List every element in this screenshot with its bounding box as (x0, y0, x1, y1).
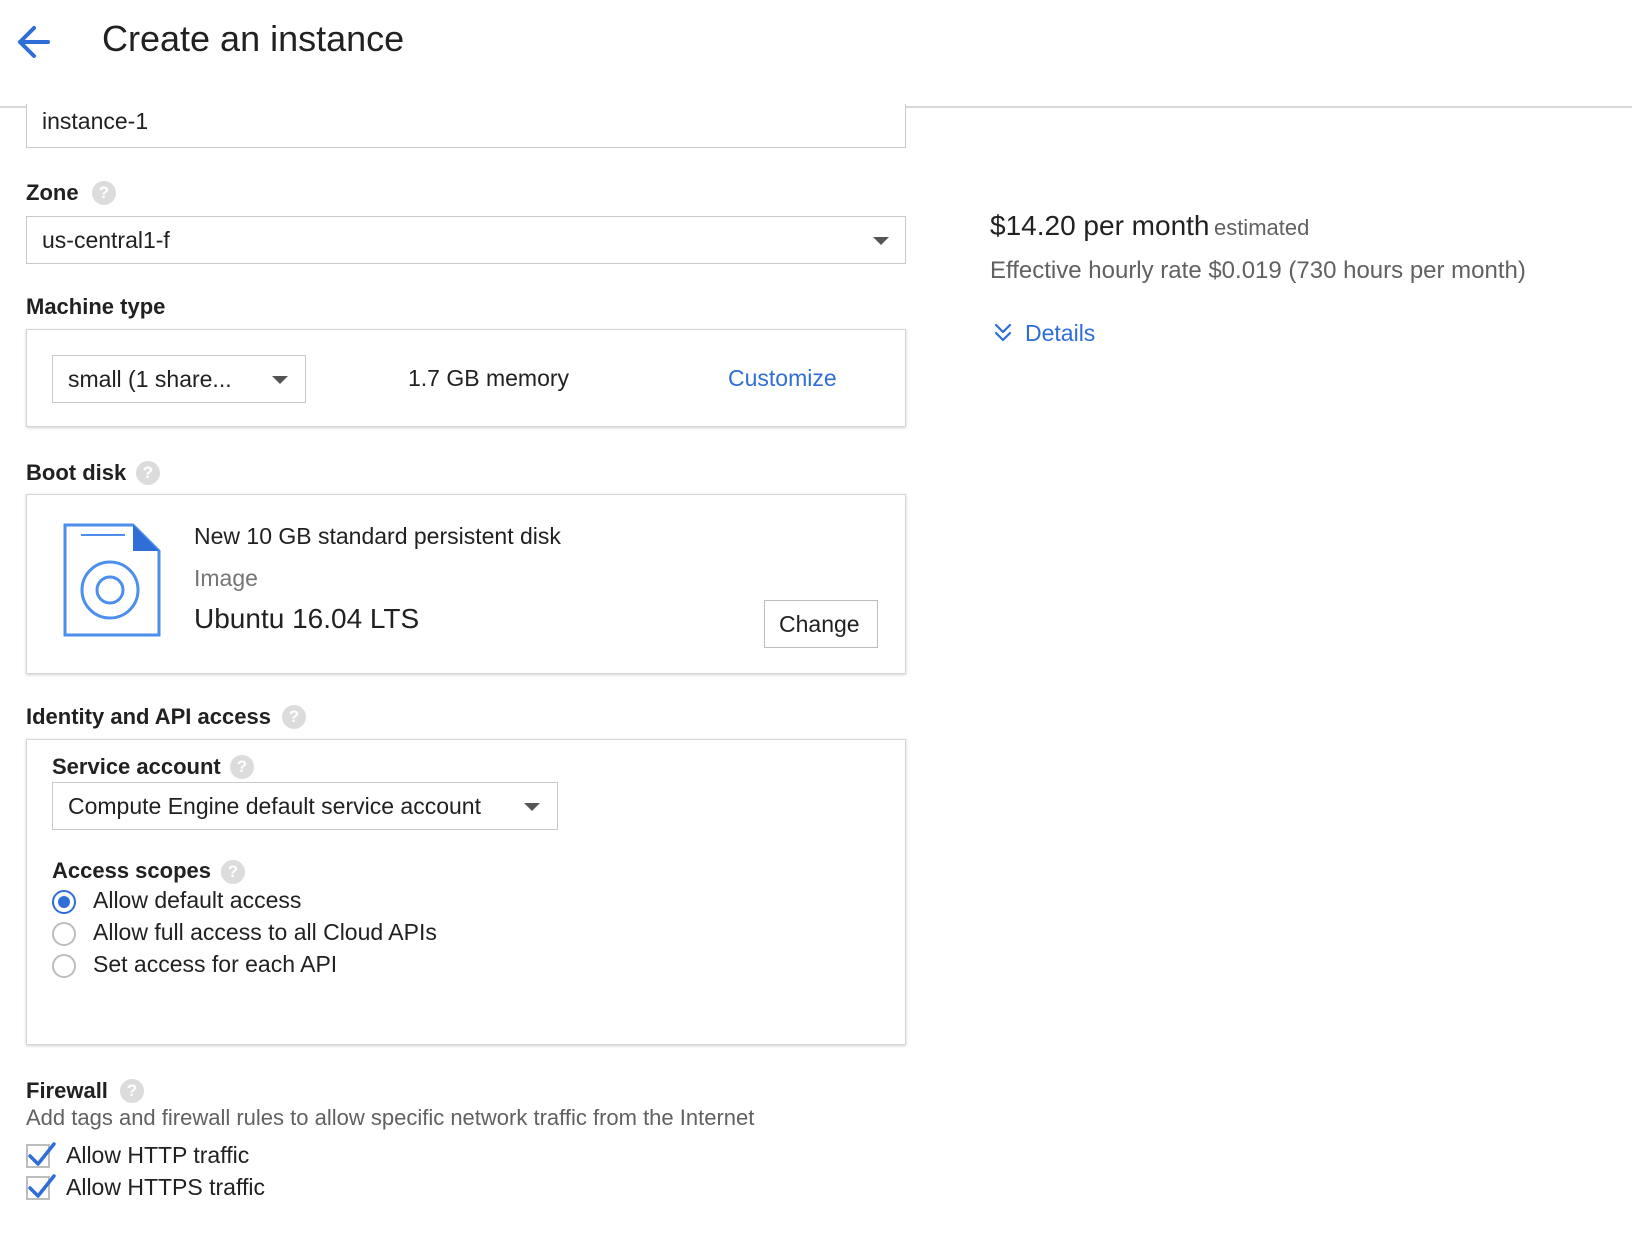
identity-help-icon[interactable]: ? (282, 705, 306, 729)
price-estimated-note: estimated (1213, 215, 1310, 240)
checkbox-label-allow-https[interactable]: Allow HTTPS traffic (66, 1174, 265, 1201)
boot-disk-help-icon[interactable]: ? (136, 461, 160, 485)
checkbox-label-allow-http[interactable]: Allow HTTP traffic (66, 1142, 249, 1169)
disk-file-icon (63, 523, 161, 637)
service-account-label: Service account (52, 754, 221, 779)
boot-disk-title: New 10 GB standard persistent disk (194, 523, 561, 549)
radio-set-access-each-api[interactable] (52, 954, 76, 978)
zone-select[interactable]: us-central1-f (26, 216, 906, 264)
radio-label-allow-full-access[interactable]: Allow full access to all Cloud APIs (93, 919, 437, 946)
zone-help-icon[interactable]: ? (92, 181, 116, 205)
firewall-label: Firewall (26, 1078, 108, 1103)
checkbox-allow-https[interactable] (26, 1174, 56, 1200)
monthly-price: $14.20 per month (990, 210, 1210, 241)
access-scopes-label: Access scopes (52, 858, 211, 883)
zone-selected-value: us-central1-f (42, 227, 170, 253)
price-summary: $14.20 per month estimated (990, 210, 1309, 242)
service-account-select[interactable]: Compute Engine default service account (52, 782, 558, 830)
identity-card: Service account ? Compute Engine default… (26, 739, 906, 1045)
machine-type-card: small (1 share... 1.7 GB memory Customiz… (26, 329, 906, 427)
radio-allow-full-access[interactable] (52, 922, 76, 946)
machine-memory-text: 1.7 GB memory (408, 365, 570, 391)
chevron-down-icon (524, 803, 540, 811)
service-account-help-icon[interactable]: ? (230, 755, 254, 779)
access-scopes-help-icon[interactable]: ? (221, 860, 245, 884)
instance-name-value: instance-1 (42, 108, 149, 134)
details-toggle[interactable]: Details (990, 318, 1110, 350)
change-button-label: Change (779, 611, 860, 637)
radio-label-set-access-each-api[interactable]: Set access for each API (93, 951, 337, 978)
boot-disk-image-label: Image (194, 565, 258, 591)
details-link[interactable]: Details (1025, 320, 1095, 347)
boot-disk-image-value: Ubuntu 16.04 LTS (194, 603, 420, 634)
chevron-down-icon (873, 237, 889, 245)
machine-type-select[interactable]: small (1 share... (52, 355, 306, 403)
hourly-rate-text: Effective hourly rate $0.019 (730 hours … (990, 257, 1526, 284)
zone-label: Zone (26, 180, 79, 205)
checkbox-allow-http[interactable] (26, 1142, 56, 1168)
arrow-back-icon (18, 26, 50, 58)
check-icon (28, 1174, 56, 1198)
radio-label-allow-default-access[interactable]: Allow default access (93, 887, 301, 914)
boot-disk-label: Boot disk (26, 460, 127, 485)
boot-disk-card: New 10 GB standard persistent disk Image… (26, 494, 906, 674)
double-chevron-down-icon (994, 323, 1012, 342)
instance-name-field[interactable]: instance-1 (26, 104, 906, 148)
customize-link[interactable]: Customize (728, 365, 837, 392)
radio-allow-default-access[interactable] (52, 890, 76, 914)
machine-type-selected-value: small (1 share... (68, 366, 232, 392)
change-button[interactable]: Change (764, 600, 878, 648)
identity-label: Identity and API access (26, 704, 271, 729)
firewall-help-icon[interactable]: ? (120, 1079, 144, 1103)
check-icon (28, 1142, 56, 1166)
back-button[interactable] (14, 20, 54, 64)
page-title: Create an instance (102, 18, 405, 59)
firewall-description: Add tags and firewall rules to allow spe… (26, 1105, 755, 1130)
machine-type-label: Machine type (26, 294, 166, 319)
chevron-down-icon (272, 376, 288, 384)
service-account-selected-value: Compute Engine default service account (68, 793, 481, 819)
page-header: Create an instance (0, 0, 1632, 108)
